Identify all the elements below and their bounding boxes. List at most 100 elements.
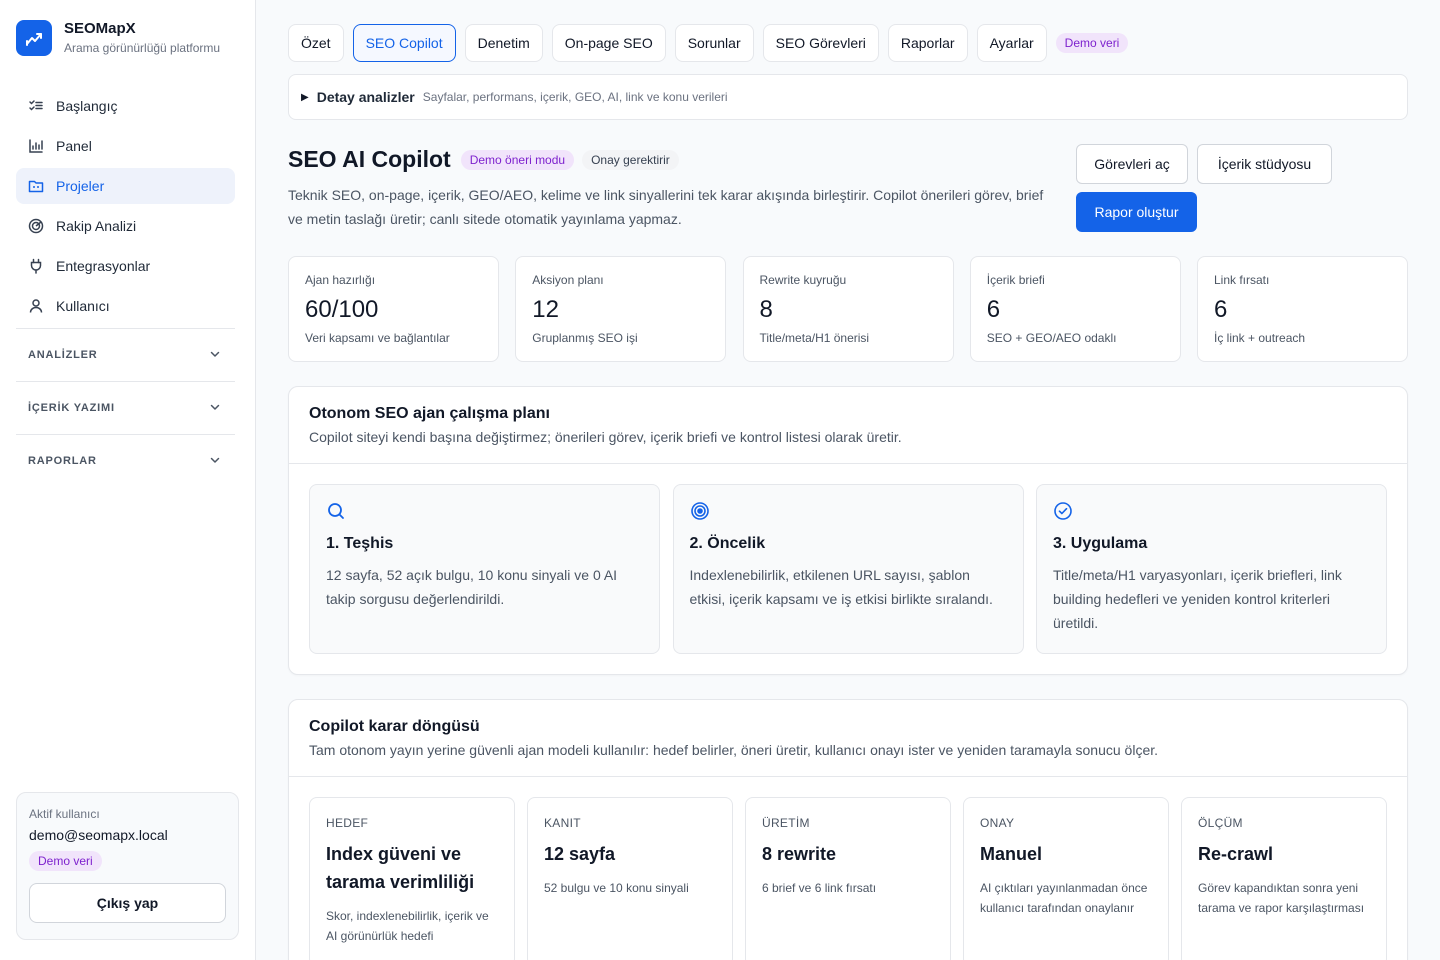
sidebar: SEOMapX Arama görünürlüğü platformu Başl… — [0, 0, 256, 960]
plan-step-text: 12 sayfa, 52 açık bulgu, 10 konu sinyali… — [326, 567, 618, 607]
loop-text: Skor, indexlenebilirlik, içerik ve AI gö… — [326, 909, 489, 943]
logout-button[interactable]: Çıkış yap — [29, 883, 226, 923]
check-circle-icon — [1053, 501, 1073, 521]
section-label: RAPORLAR — [28, 455, 97, 467]
plan-step-text: Indexlenebilirlik, etkilenen URL sayısı,… — [689, 567, 993, 607]
stat-value: 8 — [759, 296, 773, 323]
copilot-header: SEO AI Copilot Demo öneri modu Onay gere… — [288, 146, 1048, 231]
sidebar-item-label: Entegrasyonlar — [56, 258, 151, 274]
checklist-icon — [28, 98, 44, 114]
section-label: İÇERİK YAZIMI — [28, 402, 115, 414]
stat-sub: Gruplanmış SEO işi — [532, 331, 638, 345]
sidebar-section-raporlar[interactable]: RAPORLAR — [16, 435, 235, 487]
panel-title: Otonom SEO ajan çalışma planı — [309, 405, 550, 422]
sidebar-item-kullanici[interactable]: Kullanıcı — [16, 288, 235, 324]
loop-card-measurement: ÖLÇÜM Re-crawl Görev kapandıktan sonra y… — [1181, 797, 1387, 960]
plan-step-diagnosis: 1. Teşhis 12 sayfa, 52 açık bulgu, 10 ko… — [309, 484, 660, 654]
sidebar-item-label: Panel — [56, 138, 92, 154]
tab-seo-copilot[interactable]: SEO Copilot — [352, 24, 456, 62]
content-studio-button[interactable]: İçerik stüdyosu — [1197, 144, 1332, 184]
sidebar-section-analizler[interactable]: ANALİZLER — [16, 329, 235, 381]
stat-label: Ajan hazırlığı — [305, 273, 376, 287]
brand[interactable]: SEOMapX Arama görünürlüğü platformu — [16, 20, 220, 56]
sidebar-item-label: Başlangıç — [56, 98, 118, 114]
create-report-button[interactable]: Rapor oluştur — [1076, 192, 1197, 232]
stat-label: Link fırsatı — [1214, 273, 1270, 287]
agent-work-plan-panel: Otonom SEO ajan çalışma planı Copilot si… — [288, 386, 1408, 675]
loop-label: KANIT — [544, 816, 581, 830]
stat-card-content-brief: İçerik briefi 6 SEO + GEO/AEO odaklı — [969, 256, 1181, 362]
loop-title: Re-crawl — [1198, 844, 1274, 864]
stat-card-agent-readiness: Ajan hazırlığı 60/100 Veri kapsamı ve ba… — [288, 256, 499, 362]
loop-card-approval: ONAY Manuel AI çıktıları yayınlanmadan ö… — [963, 797, 1169, 960]
panel-header: Copilot karar döngüsü Tam otonom yayın y… — [289, 700, 1407, 777]
demo-badge: Demo veri — [1055, 33, 1129, 53]
tab-sorunlar[interactable]: Sorunlar — [674, 24, 754, 62]
details-toggle[interactable]: ▶ Detay analizler Sayfalar, performans, … — [288, 74, 1408, 120]
user-icon — [28, 298, 44, 314]
loop-steps: HEDEF Index güveni ve tarama verimliliği… — [289, 777, 1407, 960]
loop-card-production: ÜRETİM 8 rewrite 6 brief ve 6 link fırsa… — [745, 797, 951, 960]
stat-card-rewrite-queue: Rewrite kuyruğu 8 Title/meta/H1 önerisi — [742, 256, 954, 362]
sidebar-item-label: Rakip Analizi — [56, 218, 137, 234]
tab-ozet[interactable]: Özet — [288, 24, 344, 62]
loop-card-evidence: KANIT 12 sayfa 52 bulgu ve 10 konu sinya… — [527, 797, 733, 960]
user-label: Aktif kullanıcı — [29, 807, 100, 821]
panel-subtitle: Copilot siteyi kendi başına değiştirmez;… — [309, 429, 902, 445]
stat-label: İçerik briefi — [986, 273, 1045, 287]
loop-title: 8 rewrite — [762, 844, 837, 864]
stat-sub: SEO + GEO/AEO odaklı — [986, 331, 1117, 345]
approval-badge: Onay gerektirir — [582, 149, 679, 170]
demo-mode-badge: Demo öneri modu — [460, 149, 575, 170]
tab-raporlar[interactable]: Raporlar — [887, 24, 968, 62]
stat-value: 6 — [1214, 296, 1228, 323]
loop-label: ÜRETİM — [762, 816, 810, 830]
stat-value: 60/100 — [305, 296, 379, 323]
panel-header: Otonom SEO ajan çalışma planı Copilot si… — [289, 387, 1407, 464]
loop-label: HEDEF — [326, 816, 369, 830]
stat-sub: Title/meta/H1 önerisi — [759, 331, 870, 345]
details-title: Detay analizler — [316, 89, 415, 105]
plan-step-title: 3. Uygulama — [1053, 535, 1148, 552]
panel-title: Copilot karar döngüsü — [309, 718, 480, 735]
stat-card-action-plan: Aksiyon planı 12 Gruplanmış SEO işi — [515, 256, 727, 362]
chevron-down-icon — [209, 454, 221, 469]
tab-ayarlar[interactable]: Ayarlar — [976, 24, 1047, 62]
loop-label: ONAY — [980, 816, 1015, 830]
user-email: demo@seomapx.local — [29, 827, 168, 843]
loop-card-goal: HEDEF Index güveni ve tarama verimliliği… — [309, 797, 515, 960]
sidebar-section-icerik-yazimi[interactable]: İÇERİK YAZIMI — [16, 382, 235, 434]
panel-subtitle: Tam otonom yayın yerine güvenli ajan mod… — [309, 742, 1159, 758]
plan-steps: 1. Teşhis 12 sayfa, 52 açık bulgu, 10 ko… — [289, 464, 1407, 674]
decision-loop-panel: Copilot karar döngüsü Tam otonom yayın y… — [288, 699, 1408, 960]
section-label: ANALİZLER — [28, 349, 98, 361]
stat-value: 6 — [986, 296, 1001, 323]
tab-on-page-seo[interactable]: On-page SEO — [551, 24, 666, 62]
plan-step-text: Title/meta/H1 varyasyonları, içerik brie… — [1053, 567, 1342, 631]
radar-icon — [28, 218, 44, 234]
demo-badge: Demo veri — [29, 851, 102, 871]
disclosure-triangle-icon: ▶ — [301, 91, 309, 103]
loop-title: Manuel — [980, 844, 1043, 864]
sidebar-item-panel[interactable]: Panel — [16, 128, 235, 164]
stat-card-link-opportunity: Link fırsatı 6 İç link + outreach — [1197, 256, 1408, 362]
tab-seo-gorevleri[interactable]: SEO Görevleri — [762, 24, 879, 62]
sidebar-item-projeler[interactable]: Projeler — [16, 168, 235, 204]
sidebar-item-rakip-analizi[interactable]: Rakip Analizi — [16, 208, 235, 244]
chevron-down-icon — [209, 401, 221, 416]
stat-cards: Ajan hazırlığı 60/100 Veri kapsamı ve ba… — [288, 256, 1408, 362]
target-icon — [690, 501, 710, 521]
open-tasks-button[interactable]: Görevleri aç — [1076, 144, 1188, 184]
stat-sub: İç link + outreach — [1214, 331, 1306, 345]
sidebar-nav: Başlangıç Panel Projeler Rakip Analizi E… — [16, 88, 235, 487]
chevron-down-icon — [209, 348, 221, 363]
sidebar-item-baslangic[interactable]: Başlangıç — [16, 88, 235, 124]
sidebar-item-label: Kullanıcı — [56, 298, 110, 314]
tab-denetim[interactable]: Denetim — [464, 24, 543, 62]
details-subtitle: Sayfalar, performans, içerik, GEO, AI, l… — [422, 90, 728, 104]
brand-name: SEOMapX — [64, 20, 136, 37]
stat-label: Rewrite kuyruğu — [759, 273, 847, 287]
sidebar-item-entegrasyonlar[interactable]: Entegrasyonlar — [16, 248, 235, 284]
stat-value: 12 — [532, 296, 559, 323]
stat-sub: Veri kapsamı ve bağlantılar — [305, 331, 450, 345]
